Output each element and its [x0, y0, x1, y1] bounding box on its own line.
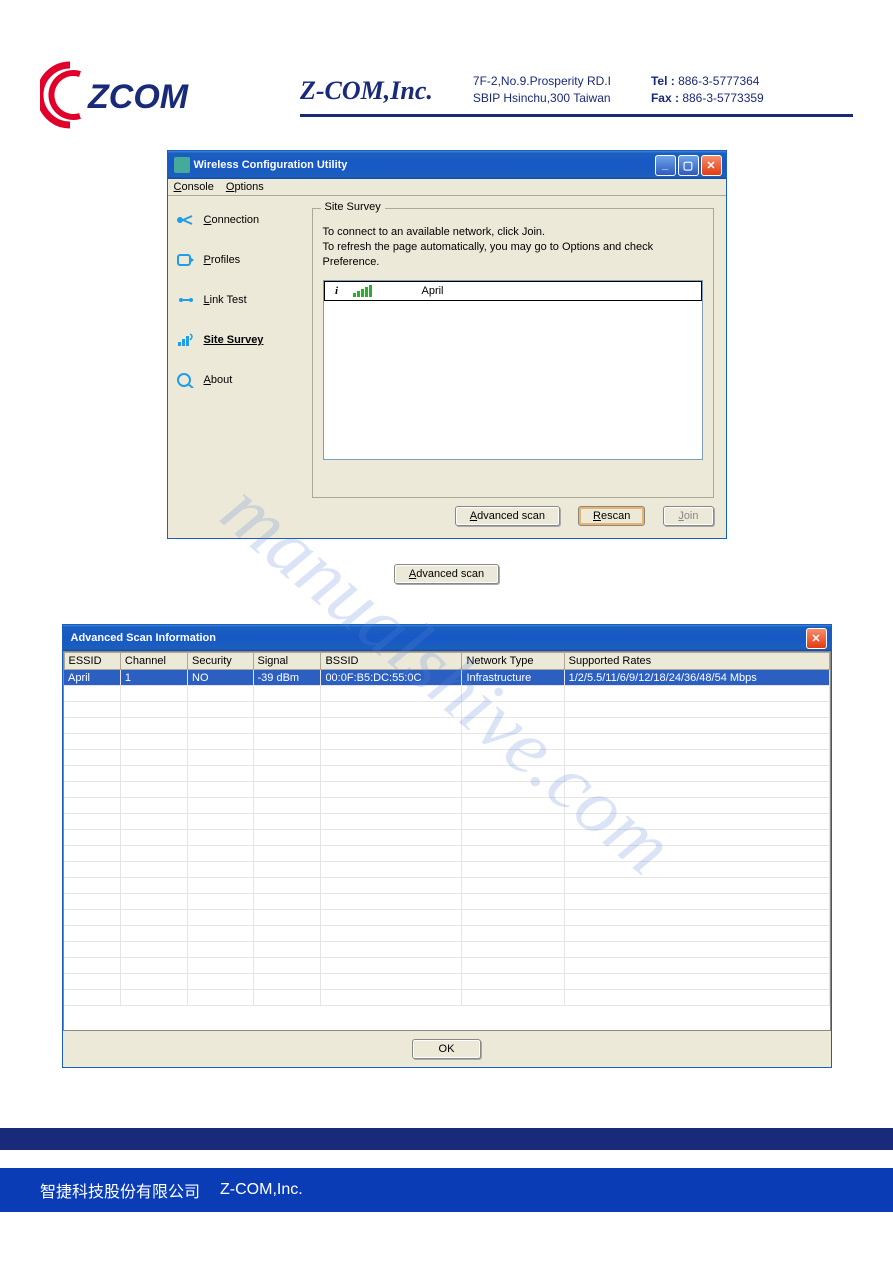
table-row-empty [64, 734, 829, 750]
col-bssid[interactable]: BSSID [321, 653, 462, 670]
window-title: Wireless Configuration Utility [194, 159, 655, 171]
table-row-empty [64, 894, 829, 910]
col-signal[interactable]: Signal [253, 653, 321, 670]
sidebar-item-label: Profiles [204, 254, 241, 266]
sidebar-item-label: Connection [204, 214, 260, 226]
app-icon [174, 157, 190, 173]
advanced-scan-button-standalone[interactable]: Advanced scan [394, 564, 499, 584]
table-row-empty [64, 686, 829, 702]
minimize-button[interactable]: _ [655, 155, 676, 176]
table-row-empty [64, 830, 829, 846]
cell-channel: 1 [120, 670, 187, 686]
sidebar-item-label: About [204, 374, 233, 386]
ok-row: OK [63, 1031, 831, 1059]
logo: ZCOM [40, 60, 260, 130]
join-button[interactable]: Join [663, 506, 713, 526]
close-button[interactable]: ✕ [806, 628, 827, 649]
cell-bssid: 00:0F:B5:DC:55:0C [321, 670, 462, 686]
standalone-button-wrap: Advanced scan [0, 564, 893, 584]
header-info: Z-COM,Inc. 7F-2,No.9.Prosperity RD.I SBI… [300, 73, 853, 118]
col-channel[interactable]: Channel [120, 653, 187, 670]
sidebar-item-label: Site Survey [204, 334, 264, 346]
scan-table[interactable]: ESSID Channel Security Signal BSSID Netw… [64, 652, 830, 1006]
connection-icon [176, 212, 196, 228]
advanced-scan-button[interactable]: Advanced scan [455, 506, 560, 526]
wireless-config-window: Wireless Configuration Utility _ ▢ ✕ Con… [167, 150, 727, 539]
table-row-empty [64, 926, 829, 942]
company-contact: Tel : 886-3-5777364 Fax : 886-3-5773359 [651, 73, 764, 107]
site-survey-group: Site Survey To connect to an available n… [312, 208, 714, 498]
close-button[interactable]: ✕ [701, 155, 722, 176]
footer-company: Z-COM,Inc. [220, 1181, 303, 1199]
titlebar[interactable]: Advanced Scan Information ✕ [63, 625, 831, 651]
zcom-logo-icon: ZCOM [40, 60, 260, 130]
sidebar: Connection Profiles Link Test Site Surve… [168, 196, 308, 538]
col-security[interactable]: Security [188, 653, 253, 670]
network-row[interactable]: i April [324, 281, 702, 301]
col-supported-rates[interactable]: Supported Rates [564, 653, 829, 670]
table-row-empty [64, 974, 829, 990]
about-icon [176, 372, 196, 388]
button-row: Advanced scan Rescan Join [312, 506, 714, 526]
table-row-empty [64, 782, 829, 798]
link-test-icon [176, 292, 196, 308]
ok-button[interactable]: OK [412, 1039, 482, 1059]
main-panel: Site Survey To connect to an available n… [308, 196, 726, 538]
table-row-empty [64, 846, 829, 862]
advanced-scan-window: Advanced Scan Information ✕ ESSID Channe… [62, 624, 832, 1068]
sidebar-item-connection[interactable]: Connection [176, 212, 300, 228]
signal-icon [353, 285, 372, 297]
help-text: To connect to an available network, clic… [323, 225, 703, 270]
table-row-empty [64, 702, 829, 718]
cell-signal: -39 dBm [253, 670, 321, 686]
table-row-empty [64, 910, 829, 926]
cell-rates: 1/2/5.5/11/6/9/12/18/24/36/48/54 Mbps [564, 670, 829, 686]
cell-net-type: Infrastructure [462, 670, 564, 686]
cell-essid: April [64, 670, 120, 686]
profiles-icon [176, 252, 196, 268]
table-row-empty [64, 718, 829, 734]
info-icon: i [331, 285, 343, 297]
col-essid[interactable]: ESSID [64, 653, 120, 670]
table-row-empty [64, 798, 829, 814]
table-row-empty [64, 990, 829, 1006]
rescan-button[interactable]: Rescan [578, 506, 645, 526]
network-list[interactable]: i April [323, 280, 703, 460]
footer-divider [0, 1128, 893, 1150]
document-header: ZCOM Z-COM,Inc. 7F-2,No.9.Prosperity RD.… [0, 0, 893, 130]
maximize-button[interactable]: ▢ [678, 155, 699, 176]
table-row-empty [64, 862, 829, 878]
scan-table-wrap: ESSID Channel Security Signal BSSID Netw… [63, 651, 831, 1031]
cell-security: NO [188, 670, 253, 686]
network-ssid: April [382, 285, 695, 297]
sidebar-item-site-survey[interactable]: Site Survey [176, 332, 300, 348]
sidebar-item-about[interactable]: About [176, 372, 300, 388]
sidebar-item-label: Link Test [204, 294, 247, 306]
table-row-empty [64, 814, 829, 830]
table-row-empty [64, 766, 829, 782]
sidebar-item-profiles[interactable]: Profiles [176, 252, 300, 268]
company-address: 7F-2,No.9.Prosperity RD.I SBIP Hsinchu,3… [473, 73, 611, 107]
col-network-type[interactable]: Network Type [462, 653, 564, 670]
table-row-empty [64, 958, 829, 974]
footer: 智捷科技股份有限公司 Z-COM,Inc. [0, 1168, 893, 1212]
titlebar[interactable]: Wireless Configuration Utility _ ▢ ✕ [168, 151, 726, 179]
group-legend: Site Survey [321, 201, 385, 213]
footer-cjk: 智捷科技股份有限公司 [40, 1178, 200, 1202]
svg-text:ZCOM: ZCOM [87, 78, 189, 116]
company-name: Z-COM,Inc. [300, 76, 433, 106]
table-row-empty [64, 878, 829, 894]
menu-bar: Console Options [168, 179, 726, 196]
table-row-empty [64, 750, 829, 766]
window-title: Advanced Scan Information [71, 632, 806, 644]
site-survey-icon [176, 332, 196, 348]
table-row[interactable]: April 1 NO -39 dBm 00:0F:B5:DC:55:0C Inf… [64, 670, 829, 686]
menu-options[interactable]: Options [226, 181, 264, 193]
sidebar-item-link-test[interactable]: Link Test [176, 292, 300, 308]
menu-console[interactable]: Console [174, 181, 214, 193]
table-row-empty [64, 942, 829, 958]
